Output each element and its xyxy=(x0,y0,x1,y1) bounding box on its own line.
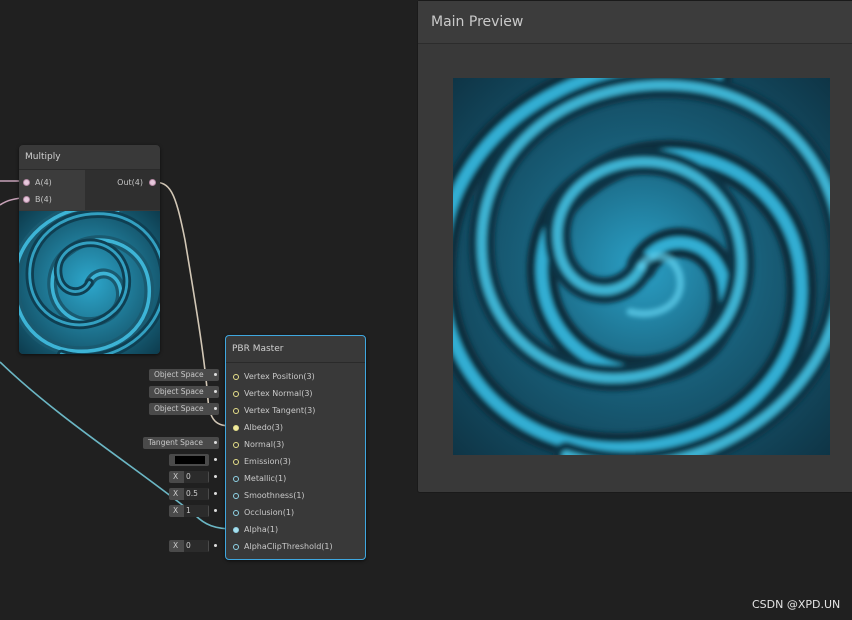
multiply-ports: A(4) B(4) Out(4) xyxy=(19,170,160,210)
multiply-inputs: A(4) B(4) xyxy=(19,170,85,210)
pbr-master-title: PBR Master xyxy=(226,336,365,363)
occlusion-connector-icon xyxy=(214,509,217,512)
vertex-normal-connector-icon xyxy=(214,390,217,393)
smoothness-port-icon[interactable] xyxy=(233,493,239,499)
normal-port-icon[interactable] xyxy=(233,442,239,448)
vertex-position-port-icon[interactable] xyxy=(233,374,239,380)
port-emission[interactable]: Emission(3) xyxy=(226,453,365,470)
alpha-clip-field[interactable]: X 0 xyxy=(169,540,209,552)
alpha-port-icon[interactable] xyxy=(233,527,239,533)
vertex-position-label: Vertex Position(3) xyxy=(244,372,315,381)
normal-connector-icon xyxy=(214,441,217,444)
port-b-connector-icon[interactable] xyxy=(24,197,29,202)
smoothness-label: Smoothness(1) xyxy=(244,491,305,500)
vertex-position-space-dropdown[interactable]: Object Space xyxy=(149,369,219,381)
metallic-field[interactable]: X 0 xyxy=(169,471,209,483)
multiply-preview-image xyxy=(19,211,160,354)
port-out[interactable]: Out(4) xyxy=(85,175,160,191)
main-preview-panel[interactable]: Main Preview xyxy=(417,0,852,493)
albedo-port-icon[interactable] xyxy=(233,425,239,431)
port-albedo[interactable]: Albedo(3) xyxy=(226,419,365,436)
emission-label: Emission(3) xyxy=(244,457,291,466)
vertex-normal-space-dropdown[interactable]: Object Space xyxy=(149,386,219,398)
vertex-normal-label: Vertex Normal(3) xyxy=(244,389,313,398)
alpha-clip-value[interactable]: 0 xyxy=(184,540,208,552)
metallic-label: Metallic(1) xyxy=(244,474,287,483)
emission-connector-icon xyxy=(214,458,217,461)
port-out-label: Out(4) xyxy=(117,178,143,187)
port-vertex-position[interactable]: Vertex Position(3) xyxy=(226,368,365,385)
port-b[interactable]: B(4) xyxy=(19,192,85,208)
occlusion-field[interactable]: X 1 xyxy=(169,505,209,517)
emission-color-swatch xyxy=(175,456,205,464)
port-alpha[interactable]: Alpha(1) xyxy=(226,521,365,538)
port-vertex-normal[interactable]: Vertex Normal(3) xyxy=(226,385,365,402)
emission-color-field[interactable] xyxy=(169,454,209,466)
metallic-connector-icon xyxy=(214,475,217,478)
metallic-value[interactable]: 0 xyxy=(184,471,208,483)
port-b-label: B(4) xyxy=(35,195,52,204)
normal-label: Normal(3) xyxy=(244,440,285,449)
multiply-outputs: Out(4) xyxy=(85,170,160,210)
port-a-label: A(4) xyxy=(35,178,52,187)
occlusion-x-label: X xyxy=(173,506,179,515)
port-vertex-tangent[interactable]: Vertex Tangent(3) xyxy=(226,402,365,419)
pbr-master-node[interactable]: PBR Master Vertex Position(3) Vertex Nor… xyxy=(225,335,366,560)
normal-space-dropdown[interactable]: Tangent Space xyxy=(143,437,219,449)
occlusion-label: Occlusion(1) xyxy=(244,508,295,517)
vertex-tangent-port-icon[interactable] xyxy=(233,408,239,414)
alpha-clip-threshold-port-icon[interactable] xyxy=(233,544,239,550)
vertex-tangent-connector-icon xyxy=(214,407,217,410)
emission-port-icon[interactable] xyxy=(233,459,239,465)
port-normal[interactable]: Normal(3) xyxy=(226,436,365,453)
watermark: CSDN @XPD.UN xyxy=(752,598,841,611)
multiply-node[interactable]: Multiply A(4) B(4) Out(4) xyxy=(19,145,160,354)
occlusion-value[interactable]: 1 xyxy=(184,505,208,517)
alpha-clip-x-label: X xyxy=(173,541,179,550)
port-occlusion[interactable]: Occlusion(1) xyxy=(226,504,365,521)
port-out-connector-icon[interactable] xyxy=(150,180,155,185)
vertex-position-connector-icon xyxy=(214,373,217,376)
vertex-tangent-space-dropdown[interactable]: Object Space xyxy=(149,403,219,415)
smoothness-field[interactable]: X 0.5 xyxy=(169,488,209,500)
port-a-connector-icon[interactable] xyxy=(24,180,29,185)
smoothness-x-label: X xyxy=(173,489,179,498)
alpha-label: Alpha(1) xyxy=(244,525,279,534)
vertex-normal-port-icon[interactable] xyxy=(233,391,239,397)
metallic-x-label: X xyxy=(173,472,179,481)
alpha-clip-connector-icon xyxy=(214,544,217,547)
port-alpha-clip-threshold[interactable]: AlphaClipThreshold(1) xyxy=(226,538,365,555)
metallic-port-icon[interactable] xyxy=(233,476,239,482)
occlusion-port-icon[interactable] xyxy=(233,510,239,516)
port-smoothness[interactable]: Smoothness(1) xyxy=(226,487,365,504)
main-preview-title: Main Preview xyxy=(418,1,852,44)
port-a[interactable]: A(4) xyxy=(19,175,85,191)
smoothness-value[interactable]: 0.5 xyxy=(184,488,208,500)
main-preview-image[interactable] xyxy=(453,78,830,455)
port-metallic[interactable]: Metallic(1) xyxy=(226,470,365,487)
multiply-node-title: Multiply xyxy=(19,145,160,170)
vertex-tangent-label: Vertex Tangent(3) xyxy=(244,406,316,415)
albedo-label: Albedo(3) xyxy=(244,423,283,432)
alpha-clip-threshold-label: AlphaClipThreshold(1) xyxy=(244,542,333,551)
smoothness-connector-icon xyxy=(214,492,217,495)
